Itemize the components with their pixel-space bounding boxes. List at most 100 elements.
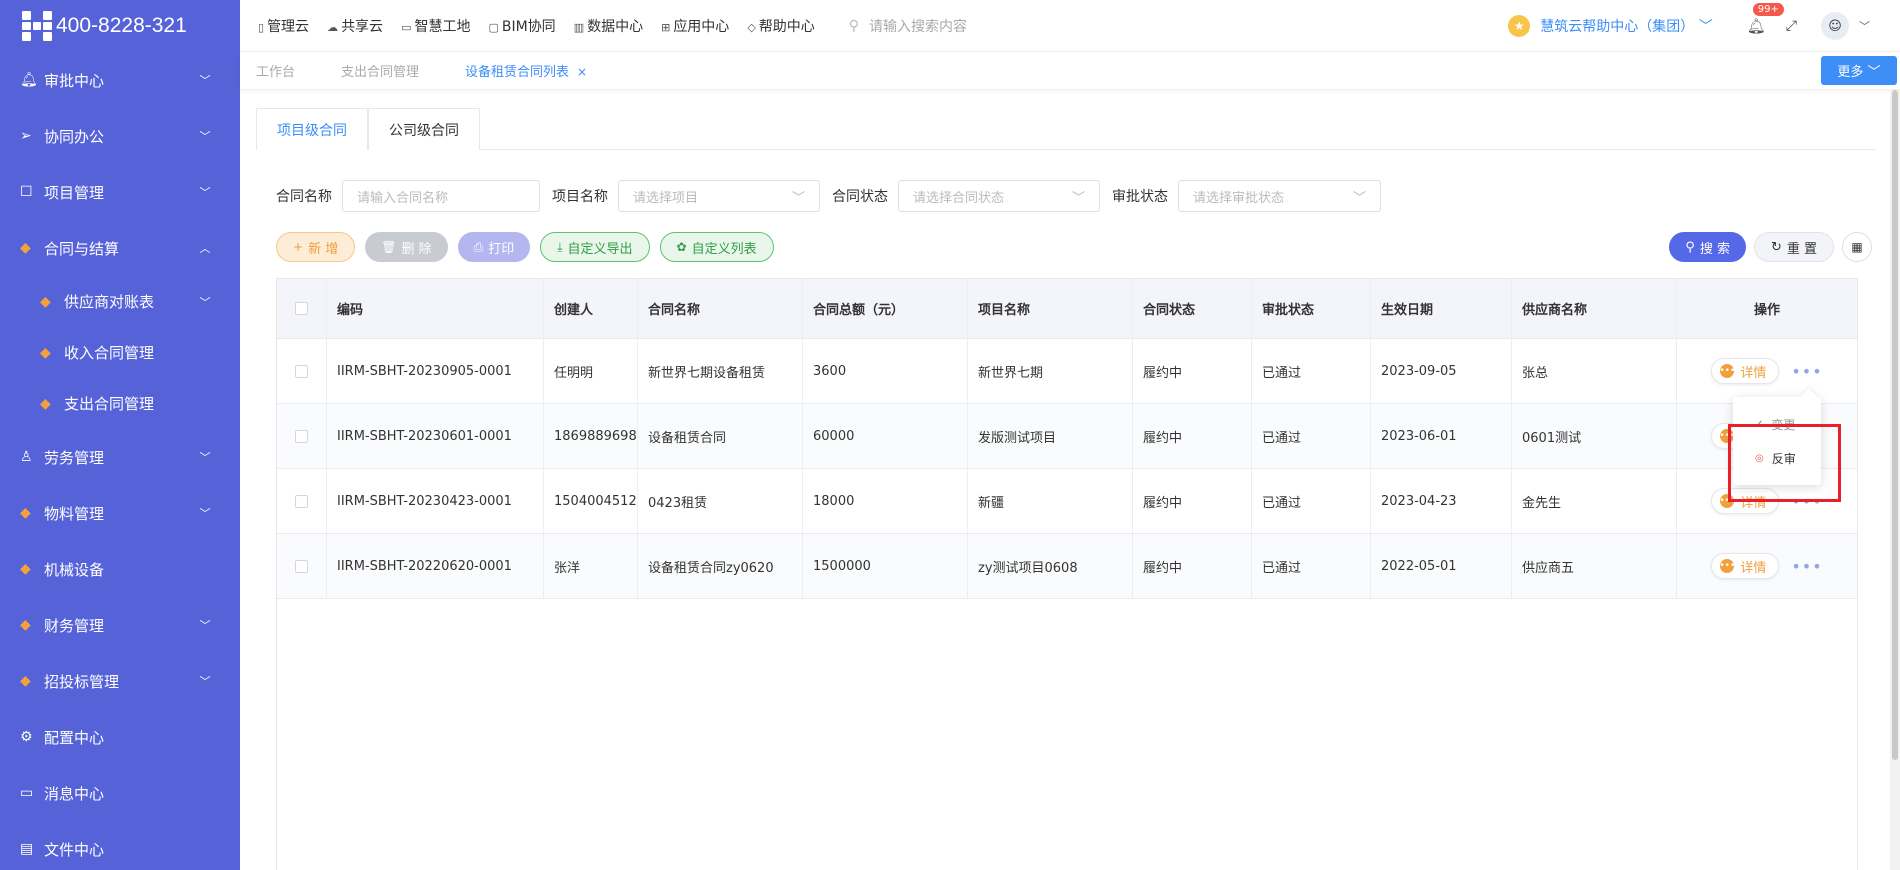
- top-nav-item[interactable]: ▥ 数据中心: [574, 16, 643, 36]
- table-cell: 金先生: [1512, 469, 1677, 533]
- checkbox[interactable]: [295, 559, 308, 573]
- tab-company-contract[interactable]: 公司级合同: [368, 108, 480, 150]
- checkbox[interactable]: [295, 429, 308, 443]
- more-icon[interactable]: •••: [1791, 557, 1822, 576]
- sidebar-item-label: 审批中心: [44, 71, 105, 90]
- filter-bar: 合同名称 请输入合同名称 项目名称 请选择项目 ﹀ 合同状态 请选择合同状态 ﹀ 审…: [276, 180, 1393, 212]
- sidebar-item[interactable]: ◆ 支出合同管理: [0, 378, 240, 429]
- search-box[interactable]: ⚲ 请输入搜索内容: [849, 16, 1049, 36]
- sidebar-item[interactable]: ◆ 合同与结算 ︿: [0, 220, 240, 276]
- fullscreen-icon[interactable]: ⤢: [1786, 18, 1797, 34]
- main-content: 项目级合同 公司级合同 合同名称 请输入合同名称 项目名称 请选择项目 ﹀ 合同状…: [240, 90, 1900, 870]
- sidebar-item[interactable]: ◆ 供应商对账表 ﹀: [0, 276, 240, 327]
- table-cell: 供应商五: [1512, 534, 1677, 598]
- brand-logo[interactable]: 400-8228-321: [0, 0, 240, 52]
- print-button[interactable]: ⎙ 打印: [457, 232, 531, 262]
- avatar[interactable]: ☺: [1821, 12, 1849, 40]
- chevron-icon: ﹀: [199, 507, 211, 520]
- diamond-icon: ◆: [20, 617, 31, 633]
- nav-icon: ◇: [747, 20, 756, 34]
- sidebar-item[interactable]: ◆ 机械设备: [0, 541, 240, 597]
- sidebar-item[interactable]: ◆ 物料管理 ﹀: [0, 485, 240, 541]
- checkbox[interactable]: [295, 364, 308, 378]
- close-icon[interactable]: ×: [577, 65, 587, 79]
- table-row: IIRM-SBHT-20230423-0001 15040045121 0423租赁…: [277, 469, 1857, 534]
- table-header: 编码 创建人 合同名称 合同总额（元） 项目名称 合同状态 审批状态 生效日期 供应商名称 操作: [277, 279, 1857, 339]
- notification-bell-icon[interactable]: 🔔︎ 99+: [1747, 3, 1784, 35]
- plus-icon: +: [293, 240, 304, 254]
- sidebar-item[interactable]: ◆ 财务管理 ﹀: [0, 597, 240, 653]
- column-settings-icon[interactable]: ▦: [1842, 232, 1872, 262]
- chevron-icon: ﹀: [199, 451, 211, 464]
- tab-project-contract[interactable]: 项目级合同: [256, 108, 368, 150]
- table-cell: zy测试项目0608: [968, 534, 1133, 598]
- top-nav-item[interactable]: ▯ 管理云: [258, 16, 309, 36]
- custom-export-button[interactable]: ⤓ 自定义导出: [540, 232, 650, 262]
- scrollbar[interactable]: [1890, 90, 1900, 870]
- page-tab[interactable]: 设备租赁合同列表 ×: [465, 61, 587, 80]
- page-tab[interactable]: 支出合同管理: [341, 61, 419, 80]
- search-actions: ⚲ 搜 索 ↻ 重 置 ▦: [1669, 232, 1872, 262]
- sidebar-item-label: 财务管理: [44, 616, 105, 635]
- table-cell: 2023-09-05: [1371, 339, 1512, 403]
- detail-label: 详情: [1740, 560, 1767, 576]
- diamond-icon: ◆: [20, 240, 31, 256]
- sidebar-item[interactable]: ☐ 项目管理 ﹀: [0, 164, 240, 220]
- filter-label-contract-name: 合同名称: [276, 189, 332, 205]
- sidebar-item[interactable]: ▭ 消息中心: [0, 765, 240, 821]
- row-checkbox-cell[interactable]: [277, 469, 327, 533]
- detail-button[interactable]: ••• 详情: [1711, 358, 1780, 384]
- checkbox[interactable]: [295, 494, 308, 508]
- table-cell: 履约中: [1133, 534, 1252, 598]
- new-button[interactable]: + 新 增: [276, 232, 356, 262]
- scrollbar-thumb[interactable]: [1892, 90, 1898, 760]
- search-button[interactable]: ⚲ 搜 索: [1669, 232, 1746, 262]
- top-nav-item[interactable]: ▢ BIM协同: [488, 16, 555, 36]
- approval-status-placeholder: 请选择审批状态: [1193, 190, 1285, 206]
- contract-name-input[interactable]: 请输入合同名称: [342, 180, 540, 212]
- diamond-icon: ◆: [40, 344, 51, 361]
- sidebar-item[interactable]: ◆ 收入合同管理: [0, 327, 240, 378]
- row-checkbox-cell[interactable]: [277, 534, 327, 598]
- row-checkbox-cell[interactable]: [277, 339, 327, 403]
- sidebar-item[interactable]: 🔔︎ 审批中心 ﹀: [0, 52, 240, 108]
- approval-status-select[interactable]: 请选择审批状态 ﹀: [1178, 180, 1381, 212]
- contract-status-select[interactable]: 请选择合同状态 ﹀: [898, 180, 1100, 212]
- chevron-down-icon[interactable]: ﹀: [1859, 18, 1870, 34]
- project-select[interactable]: 请选择项目 ﹀: [618, 180, 820, 212]
- more-button[interactable]: 更多 ﹀: [1821, 56, 1897, 85]
- page-tab[interactable]: 工作台: [256, 61, 295, 80]
- refresh-icon: ↻: [1770, 239, 1782, 255]
- search-placeholder[interactable]: 请输入搜索内容: [869, 16, 967, 36]
- sidebar-item[interactable]: ⚙ 配置中心: [0, 709, 240, 765]
- sidebar-item-label: 供应商对账表: [64, 293, 155, 311]
- sidebar-item[interactable]: ♙ 劳务管理 ﹀: [0, 429, 240, 485]
- sidebar-item[interactable]: ➢ 协同办公 ﹀: [0, 108, 240, 164]
- sidebar-item[interactable]: ▤ 文件中心: [0, 821, 240, 870]
- delete-button[interactable]: 🗑︎ 删 除: [365, 232, 448, 262]
- sidebar-item[interactable]: ◆ 招投标管理 ﹀: [0, 653, 240, 709]
- detail-button[interactable]: ••• 详情: [1711, 553, 1780, 579]
- checkbox[interactable]: [295, 302, 308, 315]
- table-cell: 新疆: [968, 469, 1133, 533]
- trash-icon: 🗑︎: [381, 240, 397, 254]
- table-cell: 已通过: [1252, 339, 1371, 403]
- table-cell: 2022-05-01: [1371, 534, 1512, 598]
- top-nav-item[interactable]: ◇ 帮助中心: [747, 16, 814, 36]
- top-nav-item[interactable]: ⊞ 应用中心: [661, 16, 729, 36]
- diamond-icon: ◆: [20, 561, 31, 577]
- reset-button[interactable]: ↻ 重 置: [1753, 232, 1834, 262]
- chevron-icon: ﹀: [199, 295, 211, 309]
- top-nav-item[interactable]: ☁ 共享云: [327, 16, 383, 36]
- table-cell: 18000: [803, 469, 968, 533]
- chevron-icon: ﹀: [199, 619, 211, 632]
- top-nav-item[interactable]: ▭ 智慧工地: [401, 16, 470, 36]
- top-nav-label: BIM协同: [501, 18, 556, 35]
- more-icon[interactable]: •••: [1791, 362, 1822, 381]
- help-center-link[interactable]: 慧筑云帮助中心（集团） ﹀: [1540, 16, 1712, 36]
- highlight-box: [1728, 424, 1841, 502]
- select-all-checkbox[interactable]: [277, 279, 327, 338]
- table-cell: 0423租赁: [638, 469, 803, 533]
- row-checkbox-cell[interactable]: [277, 404, 327, 468]
- custom-columns-button[interactable]: ✿ 自定义列表: [659, 232, 774, 262]
